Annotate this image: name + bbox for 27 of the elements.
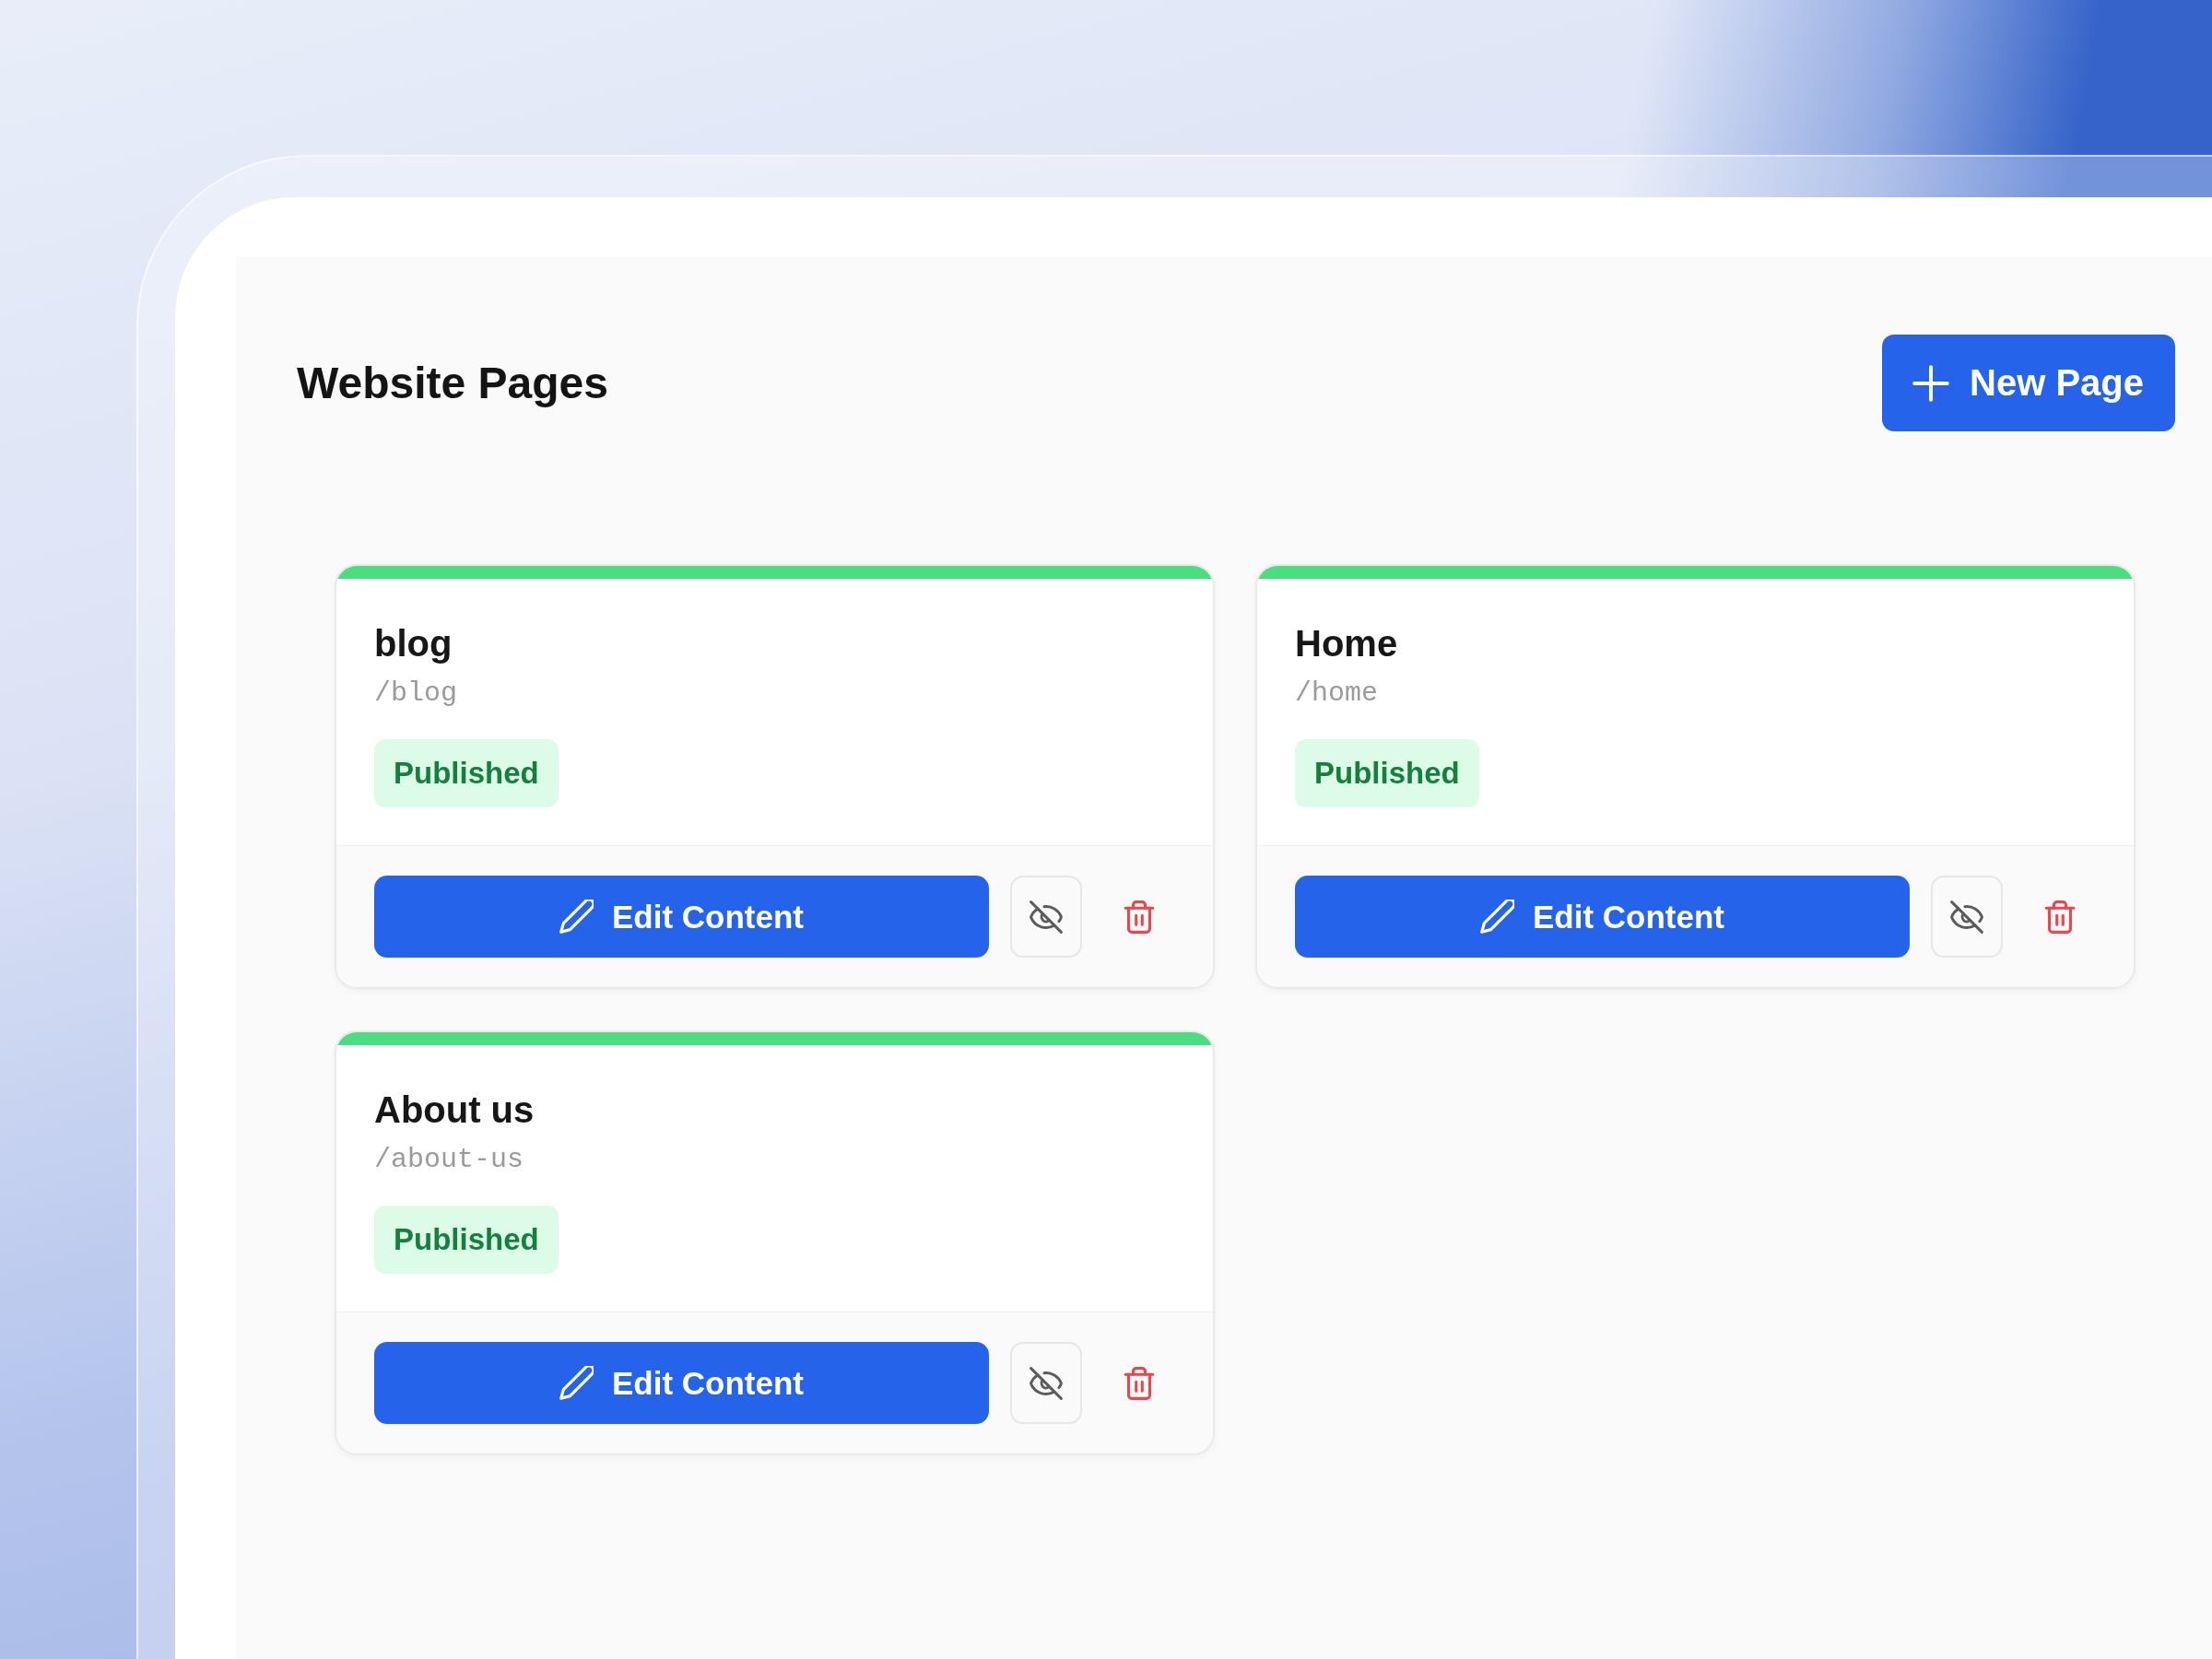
trash-icon <box>2043 900 2077 934</box>
card-title: About us <box>374 1088 535 1132</box>
trash-icon <box>1123 900 1156 934</box>
card-title: Home <box>1295 622 1398 665</box>
plus-icon <box>1912 364 1950 402</box>
visibility-button[interactable] <box>1010 876 1082 958</box>
eye-slash-icon <box>1030 1366 1063 1400</box>
visibility-button[interactable] <box>1010 1342 1082 1424</box>
status-badge: Published <box>374 1206 559 1274</box>
edit-content-button[interactable]: Edit Content <box>374 1342 989 1424</box>
page-title: Website Pages <box>297 357 608 409</box>
edit-content-button[interactable]: Edit Content <box>374 876 989 958</box>
eye-slash-icon <box>1950 900 1983 934</box>
card-title: blog <box>374 622 453 665</box>
eye-slash-icon <box>1030 900 1063 934</box>
status-badge: Published <box>1295 739 1479 807</box>
trash-icon <box>1123 1366 1156 1400</box>
new-page-button[interactable]: New Page <box>1882 335 2175 431</box>
page-path: /home <box>1295 677 1378 710</box>
page-path: /about-us <box>374 1143 524 1176</box>
pencil-icon <box>1480 900 1514 934</box>
edit-content-button[interactable]: Edit Content <box>1295 876 1910 958</box>
pencil-icon <box>559 1366 594 1400</box>
status-badge: Published <box>374 739 559 807</box>
page-path: /blog <box>374 677 457 710</box>
visibility-button[interactable] <box>1931 876 2003 958</box>
pencil-icon <box>559 900 594 934</box>
